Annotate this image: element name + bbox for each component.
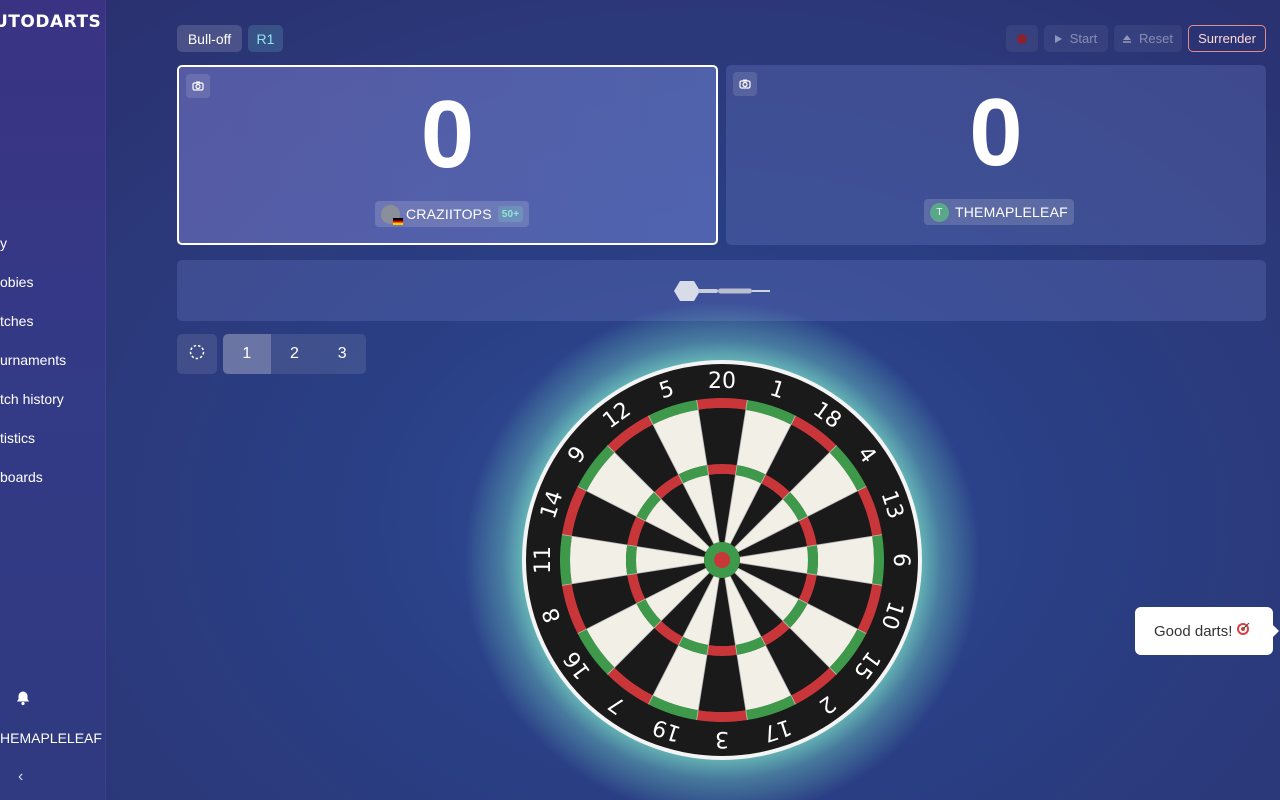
sidebar-username[interactable]: HEMAPLELEAF bbox=[0, 730, 102, 746]
sidebar-item-match-history[interactable]: tch history bbox=[0, 391, 64, 407]
throw-button-1[interactable]: 1 bbox=[223, 334, 271, 374]
dartboard-emoji-icon bbox=[1236, 622, 1250, 640]
germany-flag-icon bbox=[393, 217, 403, 225]
record-icon bbox=[1017, 33, 1027, 44]
eject-icon bbox=[1123, 31, 1132, 46]
player-card-2[interactable]: 0 T THEMAPLELEAF bbox=[726, 65, 1266, 245]
start-button[interactable]: Start bbox=[1044, 25, 1108, 52]
app-logo[interactable]: UTODARTS bbox=[0, 12, 101, 32]
dartboard: 20 11841361015217319716811149125 bbox=[464, 302, 980, 800]
reset-button[interactable]: Reset bbox=[1114, 25, 1182, 52]
surrender-button[interactable]: Surrender bbox=[1188, 25, 1266, 52]
board-number: 20 bbox=[708, 369, 736, 394]
treble-segment bbox=[626, 544, 638, 576]
board-number: 11 bbox=[531, 546, 556, 574]
sidebar: UTODARTS y obies tches urnaments tch his… bbox=[0, 0, 106, 800]
board-number: 3 bbox=[715, 726, 729, 751]
game-mode-pill: Bull-off bbox=[177, 25, 242, 52]
dartboard-camera-view: 20 1 18 4 13 6 10 15 2 17 3 19 7 16 8 11 14 9 12 5 bbox=[462, 300, 982, 800]
start-label: Start bbox=[1069, 31, 1098, 46]
sidebar-item-matches[interactable]: tches bbox=[0, 313, 33, 329]
avatar: T bbox=[930, 202, 949, 222]
bell-icon[interactable] bbox=[15, 690, 31, 706]
throw-selector: 1 2 3 bbox=[223, 334, 366, 374]
board-number: 6 bbox=[888, 553, 913, 567]
player-score: 0 bbox=[420, 81, 475, 188]
auto-detect-button[interactable] bbox=[177, 334, 217, 374]
player-name-tag[interactable]: T THEMAPLELEAF bbox=[924, 199, 1074, 225]
reset-label: Reset bbox=[1139, 31, 1173, 46]
bullseye bbox=[714, 552, 730, 568]
toast-notification: Good darts! bbox=[1135, 607, 1279, 655]
sidebar-item-statistics[interactable]: tistics bbox=[0, 430, 35, 446]
round-pill: R1 bbox=[248, 25, 283, 52]
sidebar-item-play[interactable]: y bbox=[0, 235, 7, 251]
record-button[interactable] bbox=[1006, 25, 1038, 52]
player-name: THEMAPLELEAF bbox=[955, 204, 1068, 220]
player-name: CRAZIITOPS bbox=[406, 206, 492, 222]
toast-text: Good darts! bbox=[1154, 622, 1233, 640]
sidebar-item-tournaments[interactable]: urnaments bbox=[0, 352, 66, 368]
throw-button-3[interactable]: 3 bbox=[318, 334, 366, 374]
play-icon bbox=[1054, 31, 1062, 46]
collapse-sidebar-button[interactable]: ‹ bbox=[18, 768, 23, 786]
level-badge: 50+ bbox=[497, 206, 524, 222]
toast-tail bbox=[1273, 625, 1279, 637]
avatar bbox=[381, 204, 403, 225]
treble-segment bbox=[706, 464, 738, 476]
player-card-1[interactable]: 0 CRAZIITOPS 50+ bbox=[177, 65, 718, 245]
treble-segment bbox=[706, 644, 738, 656]
loading-ring-icon bbox=[189, 344, 205, 365]
player-score: 0 bbox=[969, 79, 1023, 186]
throw-button-2[interactable]: 2 bbox=[271, 334, 319, 374]
player-name-tag[interactable]: CRAZIITOPS 50+ bbox=[375, 201, 530, 227]
sidebar-item-lobbies[interactable]: obies bbox=[0, 274, 33, 290]
treble-segment bbox=[806, 544, 818, 576]
sidebar-item-boards[interactable]: boards bbox=[0, 469, 43, 485]
